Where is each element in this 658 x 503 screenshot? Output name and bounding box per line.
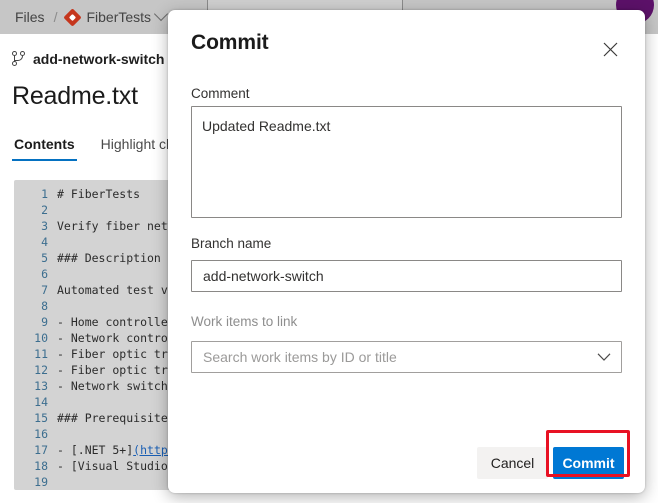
code-line-text: # FiberTests [57, 187, 141, 201]
code-line-number: 6 [41, 267, 48, 281]
code-line-number: 13 [34, 379, 48, 393]
breadcrumb-separator: / [53, 9, 58, 25]
code-line-number: 9 [41, 315, 48, 329]
code-line-number: 4 [41, 235, 48, 249]
breadcrumb-item-repo[interactable]: FiberTests [59, 6, 173, 27]
work-items-placeholder: Search work items by ID or title [203, 349, 397, 365]
breadcrumb-item-repo-label: FiberTests [86, 9, 152, 25]
dialog-title: Commit [191, 31, 269, 54]
code-line-number: 10 [34, 331, 48, 345]
breadcrumb-item-files[interactable]: Files [8, 9, 52, 25]
file-tabs: Contents Highlight cha [12, 134, 184, 161]
code-line-text: Automated test va [57, 283, 175, 297]
chevron-down-icon[interactable] [153, 6, 169, 22]
code-line-number: 5 [41, 251, 48, 265]
code-line-text: - Network control [57, 331, 175, 345]
code-line-text: - Network switche [57, 379, 175, 393]
code-line-text: - [Visual Studio [57, 459, 175, 473]
repo-icon [63, 8, 83, 27]
breadcrumb: Files / FiberTests [0, 0, 173, 34]
code-line-text: - Fiber optic tra [57, 347, 175, 361]
page-title: Readme.txt [12, 82, 138, 110]
code-line-number: 17 [34, 443, 48, 457]
code-line-text: ### Prerequisites [57, 411, 175, 425]
branch-name-label: Branch name [191, 236, 272, 251]
cancel-button[interactable]: Cancel [477, 447, 548, 479]
comment-input[interactable] [191, 106, 622, 218]
code-line-number: 15 [34, 411, 48, 425]
work-items-label: Work items to link [191, 314, 298, 329]
code-line-number: 16 [34, 427, 48, 441]
work-items-combobox[interactable]: Search work items by ID or title [191, 341, 622, 373]
branch-icon [12, 51, 26, 67]
code-line-number: 3 [41, 219, 48, 233]
commit-dialog: Commit Comment Branch name Work items to… [168, 10, 645, 493]
commit-button[interactable]: Commit [553, 447, 624, 479]
comment-label: Comment [191, 86, 250, 101]
code-line-number: 14 [34, 395, 48, 409]
code-line-text: - Home controller [57, 315, 175, 329]
tab-contents[interactable]: Contents [12, 134, 77, 161]
chevron-down-icon[interactable] [597, 352, 611, 362]
code-line-text: - [.NET 5+](https [57, 443, 175, 457]
code-line-text: ### Description [57, 251, 161, 265]
close-icon[interactable] [597, 36, 623, 62]
code-line-number: 2 [41, 203, 48, 217]
code-line-number: 8 [41, 299, 48, 313]
code-line-number: 12 [34, 363, 48, 377]
code-line-number: 19 [34, 475, 48, 489]
branch-name-input[interactable] [191, 260, 622, 292]
code-line-number: 7 [41, 283, 48, 297]
code-line-text: - Fiber optic tra [57, 363, 175, 377]
code-line-text: Verify fiber netw [57, 219, 175, 233]
code-line-number: 11 [34, 347, 48, 361]
branch-name-label: add-network-switch [33, 51, 165, 67]
code-line-number: 1 [41, 187, 48, 201]
code-line-number: 18 [34, 459, 48, 473]
